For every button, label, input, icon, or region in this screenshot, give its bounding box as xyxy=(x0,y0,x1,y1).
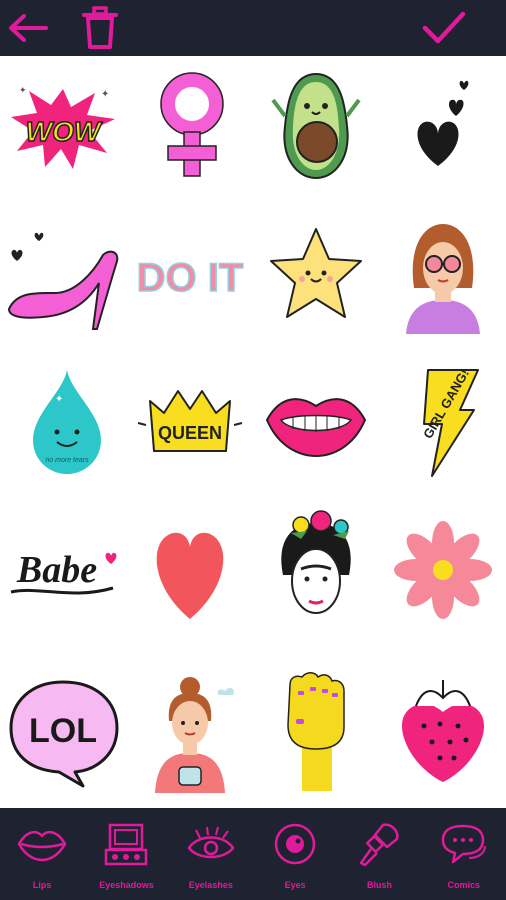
delete-button[interactable] xyxy=(72,0,128,56)
girl-with-cup-sticker xyxy=(155,677,235,793)
teardrop-sticker: no more tears ✦ xyxy=(33,370,101,474)
do-it-text: DO IT xyxy=(137,256,244,300)
sticker-babe[interactable]: Babe xyxy=(0,500,126,640)
sticker-red-heart[interactable] xyxy=(127,500,253,640)
babe-text-sticker: Babe xyxy=(10,549,117,595)
confirm-button[interactable] xyxy=(412,0,476,56)
tab-eyelashes[interactable]: Eyelashes xyxy=(169,808,253,900)
arrow-left-icon xyxy=(9,14,48,42)
tab-eyes[interactable]: Eyes xyxy=(253,808,337,900)
sticker-high-heel[interactable] xyxy=(0,206,126,346)
sticker-frida[interactable] xyxy=(253,500,379,640)
wow-text: WOW xyxy=(26,116,103,147)
sticker-flower[interactable] xyxy=(380,500,506,640)
svg-text:✦: ✦ xyxy=(101,89,109,100)
sticker-drop[interactable]: no more tears ✦ xyxy=(0,352,126,492)
eyelash-icon xyxy=(187,826,235,859)
lol-text: LOL xyxy=(29,712,97,750)
sticker-grid: WOW ✦ ✦ DO IT no more tears ✦ QUEEN GIRL… xyxy=(0,56,506,808)
queen-text: QUEEN xyxy=(158,423,222,443)
trash-icon xyxy=(82,6,118,49)
eye-icon xyxy=(274,823,316,865)
tab-lips-label: Lips xyxy=(32,880,52,890)
smiling-star-sticker xyxy=(270,228,362,318)
svg-text:✦: ✦ xyxy=(55,394,63,405)
pink-flower-sticker xyxy=(394,521,492,619)
drop-caption: no more tears xyxy=(45,457,89,464)
checkmark-icon xyxy=(422,11,466,44)
tab-comics[interactable]: Comics xyxy=(422,808,506,900)
sticker-star[interactable] xyxy=(253,206,379,346)
sticker-do-it[interactable]: DO IT xyxy=(127,206,253,346)
girl-glasses-sticker xyxy=(406,224,480,334)
sticker-female-symbol[interactable] xyxy=(127,56,253,196)
tab-lips[interactable]: Lips xyxy=(0,808,84,900)
back-button[interactable] xyxy=(0,0,56,56)
tab-eyelashes-label: Eyelashes xyxy=(188,880,233,890)
raised-fist-sticker xyxy=(287,672,345,791)
high-heel-sticker xyxy=(7,232,119,330)
lol-bubble-sticker: LOL xyxy=(9,680,119,788)
sticker-girl-gang[interactable]: GIRL GANG! xyxy=(380,352,506,492)
sticker-lol[interactable]: LOL xyxy=(0,660,126,800)
sticker-wow[interactable]: WOW ✦ ✦ xyxy=(0,56,126,196)
sticker-avocado[interactable] xyxy=(253,56,379,196)
female-symbol-sticker xyxy=(160,72,224,177)
sticker-lips-smile[interactable] xyxy=(253,352,379,492)
girl-gang-bolt-sticker: GIRL GANG! xyxy=(420,366,479,477)
sticker-fist[interactable] xyxy=(253,660,379,800)
queen-crown-sticker: QUEEN xyxy=(137,390,243,452)
top-toolbar xyxy=(0,0,506,56)
lips-sticker xyxy=(265,398,367,458)
do-it-sticker: DO IT xyxy=(136,255,244,301)
brush-icon xyxy=(360,823,400,867)
speech-bubble-icon xyxy=(441,824,486,864)
tab-eyes-label: Eyes xyxy=(284,880,306,890)
frida-portrait-sticker xyxy=(281,510,351,614)
tab-eyeshadows[interactable]: Eyeshadows xyxy=(84,808,168,900)
sticker-girl-cup[interactable] xyxy=(127,660,253,800)
sticker-strawberry[interactable] xyxy=(380,660,506,800)
lips-icon xyxy=(17,830,67,862)
sticker-girl-glasses[interactable] xyxy=(380,206,506,346)
sticker-queen[interactable]: QUEEN xyxy=(127,352,253,492)
strawberry-sticker xyxy=(402,680,484,782)
tab-blush[interactable]: Blush xyxy=(337,808,421,900)
eyeshadow-palette-icon xyxy=(105,823,148,866)
svg-text:✦: ✦ xyxy=(19,85,27,95)
bottom-category-bar: Lips Eyeshadows Eyelashes Eyes Blush Com… xyxy=(0,808,506,900)
red-heart-sticker xyxy=(156,532,224,619)
tab-blush-label: Blush xyxy=(366,880,392,890)
avocado-sticker xyxy=(271,72,361,180)
tab-comics-label: Comics xyxy=(447,880,481,890)
black-hearts-sticker xyxy=(417,80,469,166)
sticker-hearts[interactable] xyxy=(380,56,506,196)
tab-eyeshadows-label: Eyeshadows xyxy=(99,880,154,890)
wow-burst-sticker: WOW ✦ ✦ xyxy=(11,85,115,169)
babe-text: Babe xyxy=(16,549,97,591)
